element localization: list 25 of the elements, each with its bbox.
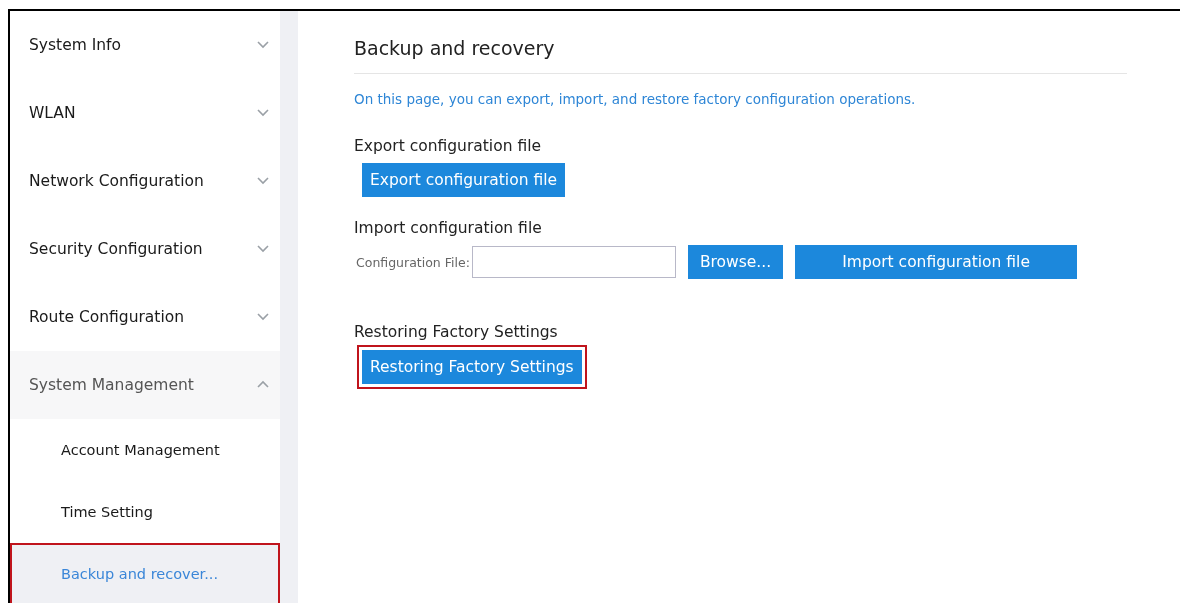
chevron-icon [256, 176, 270, 186]
nav-subitem[interactable]: Account Management [10, 418, 280, 481]
nav-subitem[interactable]: Time Setting [10, 480, 280, 543]
page-description: On this page, you can export, import, and restore factory configuration operations. [354, 91, 917, 107]
nav-item[interactable]: Security Configuration [10, 214, 280, 283]
chevron-icon [256, 380, 270, 390]
section-heading: Export configuration file [354, 137, 542, 155]
section-heading: Import configuration file [354, 219, 543, 237]
import-button[interactable]: Import configuration file [795, 245, 1078, 279]
field-label: Configuration File: [356, 254, 470, 270]
nav-item[interactable]: System Info [10, 11, 280, 79]
browse-button[interactable]: Browse... [687, 245, 784, 279]
chevron-icon [256, 244, 270, 254]
nav-item[interactable]: WLAN [10, 78, 280, 147]
section-heading: Restoring Factory Settings [354, 323, 559, 341]
export-button[interactable]: Export configuration file [362, 163, 565, 197]
nav-item[interactable]: Network Configuration [10, 146, 280, 215]
nav-item[interactable]: System Management [10, 350, 280, 419]
restore-button[interactable]: Restoring Factory Settings [362, 350, 582, 384]
chevron-icon [256, 312, 270, 322]
chevron-icon [256, 40, 270, 50]
chevron-icon [256, 108, 270, 118]
nav-item[interactable]: Route Configuration [10, 282, 280, 351]
page-title: Backup and recovery [354, 37, 1127, 74]
file-field[interactable] [471, 246, 676, 278]
